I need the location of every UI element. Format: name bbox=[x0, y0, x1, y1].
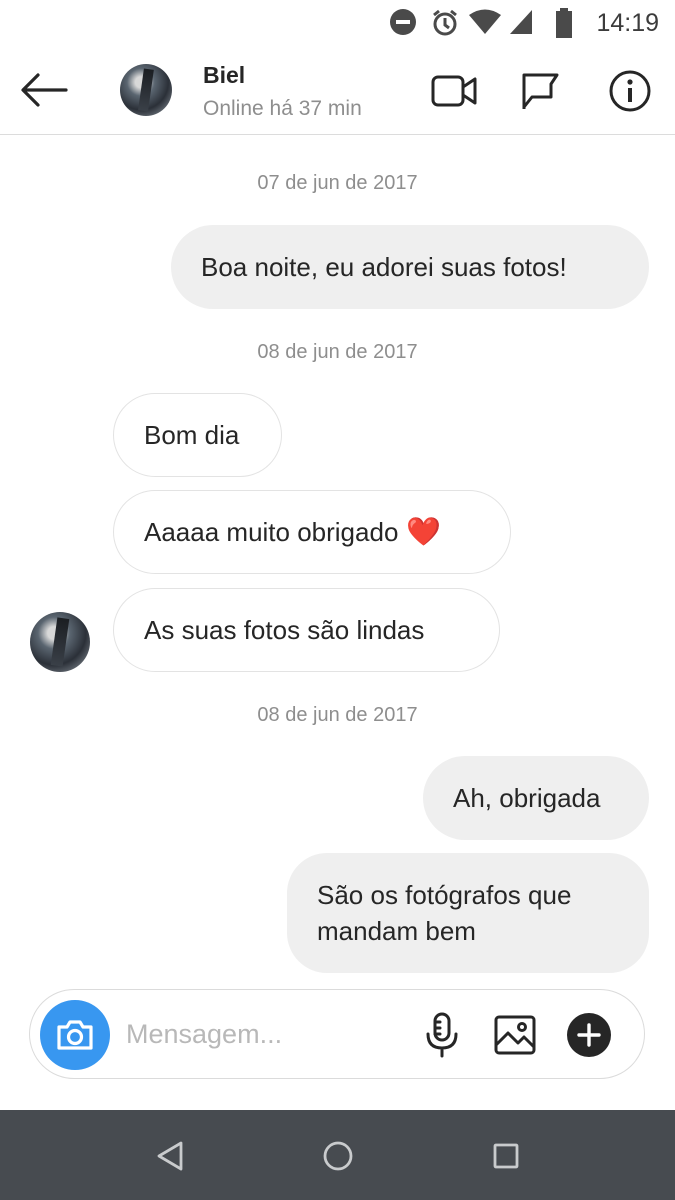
message-bubble-incoming[interactable]: Aaaaa muito obrigado ❤️ bbox=[113, 490, 511, 574]
message-text: Ah, obrigada bbox=[453, 783, 601, 813]
recents-square-icon bbox=[493, 1143, 519, 1169]
contact-status: Online há 37 min bbox=[203, 97, 362, 120]
date-separator: 08 de jun de 2017 bbox=[257, 704, 418, 726]
battery-icon bbox=[555, 8, 573, 43]
message-bubble-incoming[interactable]: Bom dia bbox=[113, 393, 282, 477]
heart-emoji-icon: ❤️ bbox=[406, 516, 442, 547]
message-bubble-incoming[interactable]: As suas fotos são lindas bbox=[113, 588, 500, 672]
nav-recents-button[interactable] bbox=[484, 1134, 528, 1178]
message-bubble-outgoing[interactable]: Ah, obrigada bbox=[423, 756, 649, 840]
message-bubble-outgoing[interactable]: São os fotógrafos que mandam bem bbox=[287, 853, 649, 973]
system-nav-bar bbox=[0, 1110, 675, 1200]
message-text: Bom dia bbox=[144, 420, 240, 450]
cellular-signal-icon bbox=[508, 8, 534, 41]
video-call-icon bbox=[431, 75, 477, 107]
camera-button[interactable] bbox=[40, 1000, 110, 1070]
message-text: As suas fotos são lindas bbox=[144, 615, 425, 645]
arrow-left-icon bbox=[21, 73, 68, 107]
contact-avatar[interactable] bbox=[120, 64, 172, 116]
contact-name[interactable]: Biel bbox=[203, 62, 245, 89]
message-composer bbox=[29, 989, 645, 1079]
date-separator: 08 de jun de 2017 bbox=[257, 341, 418, 363]
alarm-icon bbox=[430, 8, 460, 43]
status-bar: 14:19 bbox=[0, 0, 675, 48]
sender-avatar[interactable] bbox=[30, 612, 90, 672]
camera-icon bbox=[57, 1020, 93, 1050]
flag-button[interactable] bbox=[518, 68, 562, 114]
info-button[interactable] bbox=[607, 68, 653, 114]
flag-icon bbox=[522, 73, 559, 109]
wifi-icon bbox=[468, 8, 502, 41]
plus-button[interactable] bbox=[566, 1012, 612, 1058]
date-separator: 07 de jun de 2017 bbox=[257, 172, 418, 194]
message-text: Boa noite, eu adorei suas fotos! bbox=[201, 252, 567, 282]
home-circle-icon bbox=[323, 1141, 353, 1171]
plus-icon bbox=[567, 1013, 611, 1057]
gallery-button[interactable] bbox=[492, 1012, 538, 1058]
info-icon bbox=[609, 70, 651, 112]
do-not-disturb-icon bbox=[389, 8, 417, 41]
message-text: São os fotógrafos que mandam bem bbox=[317, 880, 572, 946]
message-text: Aaaaa muito obrigado bbox=[144, 517, 399, 547]
nav-home-button[interactable] bbox=[316, 1134, 360, 1178]
microphone-icon bbox=[426, 1012, 458, 1058]
microphone-button[interactable] bbox=[419, 1012, 465, 1058]
clock-time: 14:19 bbox=[596, 9, 659, 37]
chat-header bbox=[0, 48, 675, 135]
back-button[interactable] bbox=[18, 66, 70, 114]
nav-back-button[interactable] bbox=[148, 1134, 192, 1178]
back-triangle-icon bbox=[157, 1141, 183, 1171]
message-input[interactable] bbox=[126, 1012, 406, 1056]
video-call-button[interactable] bbox=[430, 69, 478, 113]
message-bubble-outgoing[interactable]: Boa noite, eu adorei suas fotos! bbox=[171, 225, 649, 309]
gallery-icon bbox=[494, 1015, 536, 1055]
